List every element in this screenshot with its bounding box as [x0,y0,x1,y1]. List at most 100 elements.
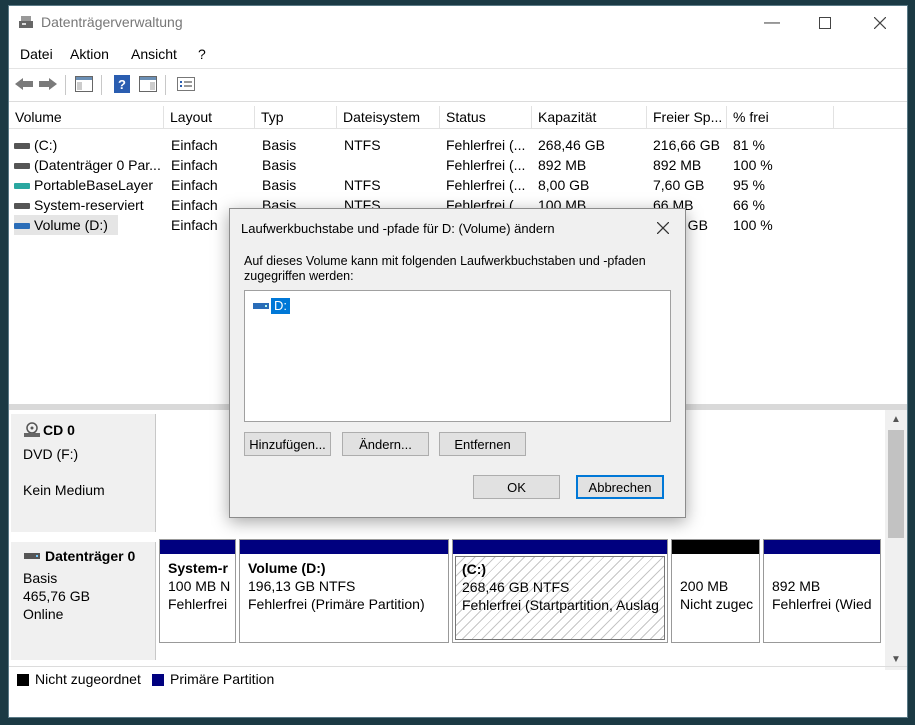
menu-aktion[interactable]: Aktion [70,46,109,62]
back-arrow-icon [15,78,33,90]
capacity-cell: 268,46 GB [538,137,605,153]
cd0-label[interactable]: CD 0 DVD (F:) Kein Medium [11,414,156,532]
partition-unallocated[interactable]: 200 MB Nicht zugec [671,539,760,643]
partition-status: Fehlerfrei (Wied [772,596,872,612]
disk0-size: 465,76 GB [23,588,90,604]
toolbar-separator [165,75,166,95]
partition-size: 268,46 GB NTFS [462,579,570,595]
disk-management-app-icon [19,16,33,28]
status-cell: Fehlerfrei (... [446,177,526,193]
partition-bar [453,540,667,554]
status-cell: Fehlerfrei (... [446,137,526,153]
partition-size: 200 MB [680,578,729,594]
disk0-label[interactable]: Datenträger 0 Basis 465,76 GB Online [11,542,156,660]
legend: Nicht zugeordnet Primäre Partition [9,666,907,693]
svg-text:?: ? [118,77,126,92]
maximize-icon [819,16,831,29]
volume-name: Volume (D:) [34,217,108,233]
percent-free-cell: 66 % [733,197,765,213]
volume-name: (Datenträger 0 Par... [34,157,161,173]
close-window-button[interactable] [857,6,903,39]
back-button[interactable] [13,74,35,94]
percent-free-cell: 81 % [733,137,765,153]
show-action-pane-button[interactable] [137,74,159,94]
partition-size: 196,13 GB NTFS [248,578,356,594]
partition-c[interactable]: (C:) 268,46 GB NTFS Fehlerfrei (Startpar… [452,539,668,643]
column-header-status[interactable]: Status [440,106,532,128]
volume-name: (C:) [34,137,58,153]
drive-icon [14,163,30,170]
column-header-free-space[interactable]: Freier Sp... [647,106,727,128]
graphical-view-scrollbar[interactable]: ▲ ▼ [885,410,907,670]
partition-status: Fehlerfrei [168,596,228,612]
drive-icon [14,183,30,190]
hard-disk-icon [24,553,40,559]
volume-cell: (Datenträger 0 Par... [14,155,164,175]
volume-row[interactable]: (Datenträger 0 Par... Einfach Basis Fehl… [9,155,907,175]
scroll-up-icon[interactable]: ▲ [885,410,907,428]
filesystem-cell [344,155,440,175]
layout-cell: Einfach [171,157,218,173]
partition-volume-d[interactable]: Volume (D:) 196,13 GB NTFS Fehlerfrei (P… [239,539,449,643]
capacity-cell: 892 MB [538,157,587,173]
partition-info: 892 MB Fehlerfrei (Wied [766,556,878,640]
show-hide-console-tree-button[interactable] [73,74,95,94]
add-button[interactable]: Hinzufügen... [244,432,331,456]
close-icon [874,16,886,29]
filesystem-cell: NTFS [344,137,381,153]
column-header-percent-free[interactable]: % frei [727,106,834,128]
disk0-status: Online [23,606,64,622]
type-cell: Basis [262,137,297,153]
minimize-button[interactable]: — [749,6,795,39]
menu-ansicht[interactable]: Ansicht [131,46,177,62]
partition-name: System-r [168,560,228,576]
ok-button[interactable]: OK [473,475,560,499]
column-header-filesystem[interactable]: Dateisystem [337,106,440,128]
free-space-cell: 892 MB [653,157,702,173]
forward-button[interactable] [37,74,59,94]
maximize-button[interactable] [802,6,848,39]
volume-cell: Volume (D:) [14,215,118,235]
dialog-description: Auf dieses Volume kann mit folgenden Lau… [244,254,646,283]
properties-button[interactable] [175,74,197,94]
column-header-type[interactable]: Typ [255,106,337,128]
volume-cell: (C:) [14,135,164,155]
percent-free-cell: 100 % [733,157,773,173]
disk0-name: Datenträger 0 [45,548,136,564]
partition-info: 200 MB Nicht zugec [674,556,757,640]
layout-cell: Einfach [171,137,218,153]
partition-size: 100 MB N [168,578,231,594]
volume-list-header: Volume Layout Typ Dateisystem Status Kap… [9,106,907,129]
close-icon [657,222,669,234]
legend-swatch-unallocated [17,674,29,686]
volume-row[interactable]: (C:) Einfach Basis NTFS Fehlerfrei (... … [9,135,907,155]
toolbar-separator [101,75,102,95]
layout-cell: Einfach [171,177,218,193]
properties-icon [177,77,195,91]
menu-datei[interactable]: Datei [20,46,53,62]
drive-letter-list[interactable]: D: [244,290,671,422]
column-header-volume[interactable]: Volume [9,106,164,128]
dialog-title: Laufwerkbuchstabe und -pfade für D: (Vol… [241,221,555,236]
partition-recovery[interactable]: 892 MB Fehlerfrei (Wied [763,539,881,643]
volume-row[interactable]: PortableBaseLayer Einfach Basis NTFS Feh… [9,175,907,195]
partition-system-reserved[interactable]: System-r 100 MB N Fehlerfrei [159,539,236,643]
drive-letter-item[interactable]: D: [253,297,290,314]
cancel-button[interactable]: Abbrechen [576,475,664,499]
menu-help[interactable]: ? [198,46,206,62]
column-header-layout[interactable]: Layout [164,106,255,128]
free-space-cell: 7,60 GB [653,177,705,193]
partition-bar [160,540,235,554]
percent-free-cell: 100 % [733,217,773,233]
disk0-type: Basis [23,570,58,586]
column-header-capacity[interactable]: Kapazität [532,106,647,128]
title-bar: Datenträgerverwaltung — [9,6,907,39]
legend-label-primary: Primäre Partition [170,671,275,687]
scrollbar-thumb[interactable] [888,430,904,538]
remove-button[interactable]: Entfernen [439,432,526,456]
console-tree-icon [75,76,93,92]
change-button[interactable]: Ändern... [342,432,429,456]
dialog-close-button[interactable] [649,215,677,241]
drive-icon [253,302,269,309]
help-button[interactable]: ? [111,74,133,94]
